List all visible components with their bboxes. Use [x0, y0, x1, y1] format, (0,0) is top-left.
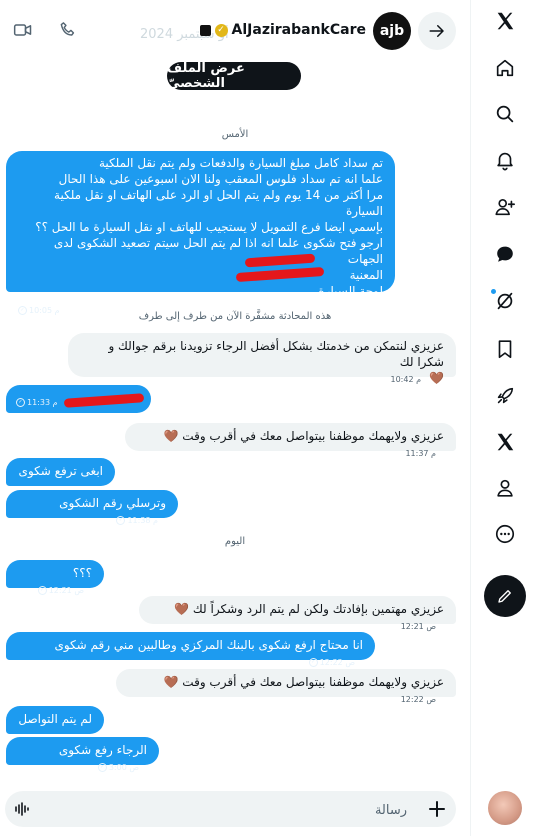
- more-icon[interactable]: [487, 516, 523, 552]
- message-time: 11:33 م: [27, 398, 58, 407]
- conversation-pane: 2024 أو سبتمبر ✓ AlJazirabankCare ajb عر…: [0, 0, 470, 836]
- message-bubble-received[interactable]: عزيزي مهتمين بإفادتك ولكن لم يتم الرد وش…: [139, 596, 456, 631]
- message-bubble-sent[interactable]: انا محتاج ارفع شكوى بالبنك المركزي وطالب…: [6, 632, 375, 667]
- home-icon[interactable]: [487, 50, 523, 86]
- message-time: 11:38 م: [127, 516, 158, 525]
- message-composer: [5, 791, 456, 829]
- message-time: 3:00 ص: [108, 763, 139, 772]
- message-text: عزيزي ولايهمك موظفنا بيتواصل معك في أقرب…: [163, 675, 444, 689]
- nav-rail: [470, 0, 538, 836]
- contact-name-row: ✓ AlJazirabankCare: [199, 22, 366, 38]
- bookmark-icon[interactable]: [487, 331, 523, 367]
- message-time: 12:22 ص: [319, 658, 355, 667]
- message-bubble-received[interactable]: عزيزي لنتمكن من خدمتك بشكل أفضل الرجاء ت…: [68, 333, 456, 385]
- message-text: علما انه تم سداد فلوس المعقب ولنا الان ا…: [58, 172, 383, 186]
- message-text: عزيزي مهتمين بإفادتك ولكن لم يتم الرد وش…: [174, 602, 444, 616]
- compose-post-button[interactable]: [484, 575, 526, 617]
- message-text: انا محتاج ارفع شكوى بالبنك المركزي وطالب…: [54, 638, 363, 652]
- message-text: ارجو فتح شكوى علما انه اذا لم يتم الحل س…: [53, 236, 383, 266]
- message-text: المعنية: [349, 268, 383, 282]
- voice-call-button[interactable]: [50, 12, 86, 48]
- profile-icon[interactable]: [487, 470, 523, 506]
- phone-icon: [60, 22, 75, 36]
- message-time: 12:21 ص: [400, 622, 436, 631]
- message-meta: ✓ 3:00 ص: [97, 760, 139, 776]
- message-bubble-received[interactable]: عزيزي ولايهمك موظفنا بيتواصل معك في أقرب…: [125, 423, 456, 458]
- sent-check-icon: ✓: [97, 763, 107, 772]
- message-text: لوحة السيارة: [318, 284, 383, 298]
- message-bubble-sent[interactable]: تم سداد كامل مبلغ السيارة والدفعات ولم ي…: [6, 151, 395, 315]
- message-text: ابغى ترفع شكوى: [18, 464, 103, 478]
- message-meta: ✓ 11:38 م: [116, 513, 158, 529]
- message-time: 12:22 ص: [400, 695, 436, 704]
- x-premium-icon[interactable]: [487, 424, 523, 460]
- message-text: مرا أكثر من 14 يوم ولم يتم الحل او الرد …: [54, 188, 383, 218]
- message-bubble-sent[interactable]: ؟؟؟ ✓ 12:21 ص: [6, 560, 104, 595]
- contact-name[interactable]: AlJazirabankCare: [232, 22, 366, 38]
- message-text: ؟؟؟: [72, 566, 92, 580]
- heart-emoji: 🤎: [429, 371, 444, 385]
- arrow-right-icon: [429, 25, 444, 37]
- message-bubble-sent[interactable]: لم يتم التواصل: [6, 706, 104, 734]
- back-button[interactable]: [418, 12, 456, 50]
- conversation-header: 2024 أو سبتمبر ✓ AlJazirabankCare ajb: [0, 0, 470, 58]
- voice-message-button[interactable]: [13, 800, 31, 818]
- message-text: بإسمي ايضا فرع التمويل لا يستجيب للهاتف …: [35, 220, 383, 234]
- add-user-icon[interactable]: [487, 189, 523, 225]
- bell-icon[interactable]: [487, 142, 523, 178]
- message-bubble-sent[interactable]: وترسلي رقم الشكوى ✓ 11:38 م: [6, 490, 178, 525]
- message-meta: ✓ 12:21 ص: [37, 583, 84, 599]
- day-separator: الأمس: [221, 129, 249, 140]
- waveform-icon: [15, 802, 29, 816]
- message-meta: ✓ 11:33 م: [16, 395, 58, 411]
- message-text: وترسلي رقم الشكوى: [59, 496, 166, 510]
- sent-check-icon: ✓: [37, 586, 47, 595]
- encryption-notice: هذه المحادثة مشفَّرة الآن من طرف إلى طرف: [138, 311, 332, 322]
- message-time: 11:37 م: [405, 449, 436, 458]
- grok-icon[interactable]: [487, 283, 523, 319]
- message-time: 12:21 ص: [48, 586, 84, 595]
- x-logo-icon[interactable]: [487, 3, 523, 39]
- day-separator: اليوم: [224, 536, 246, 547]
- message-input[interactable]: [45, 791, 409, 829]
- sent-check-icon: ✓: [116, 516, 126, 525]
- plus-icon: [429, 801, 445, 817]
- verified-gold-icon: ✓: [214, 23, 228, 37]
- sent-check-icon: ✓: [308, 658, 318, 667]
- add-attachment-button[interactable]: [419, 791, 455, 827]
- message-text: لم يتم التواصل: [18, 712, 92, 726]
- search-icon[interactable]: [487, 96, 523, 132]
- message-bubble-sent[interactable]: الرجاء رفع شكوى ✓ 3:00 ص: [6, 737, 159, 772]
- compose-icon: [498, 590, 511, 603]
- affiliate-badge-icon: [199, 24, 211, 36]
- message-bubble-received[interactable]: عزيزي ولايهمك موظفنا بيتواصل معك في أقرب…: [116, 669, 456, 704]
- view-profile-button[interactable]: عرض الملف الشخصيّ: [167, 61, 301, 91]
- chat-icon[interactable]: [487, 236, 523, 272]
- video-call-button[interactable]: [5, 12, 41, 48]
- message-text: تم سداد كامل مبلغ السيارة والدفعات ولم ي…: [98, 156, 383, 170]
- message-time: 10:42 م: [390, 375, 422, 384]
- message-text: عزيزي ولايهمك موظفنا بيتواصل معك في أقرب…: [163, 429, 444, 443]
- message-text: الرجاء رفع شكوى: [58, 743, 147, 757]
- message-text: عزيزي لنتمكن من خدمتك بشكل أفضل الرجاء ت…: [108, 339, 444, 369]
- message-bubble-sent[interactable]: ابغى ترفع شكوى: [6, 458, 115, 486]
- contact-avatar[interactable]: ajb: [373, 12, 411, 50]
- video-icon: [13, 24, 32, 36]
- rocket-icon[interactable]: [487, 378, 523, 414]
- account-avatar[interactable]: [488, 791, 522, 825]
- sent-check-icon: ✓: [16, 398, 25, 407]
